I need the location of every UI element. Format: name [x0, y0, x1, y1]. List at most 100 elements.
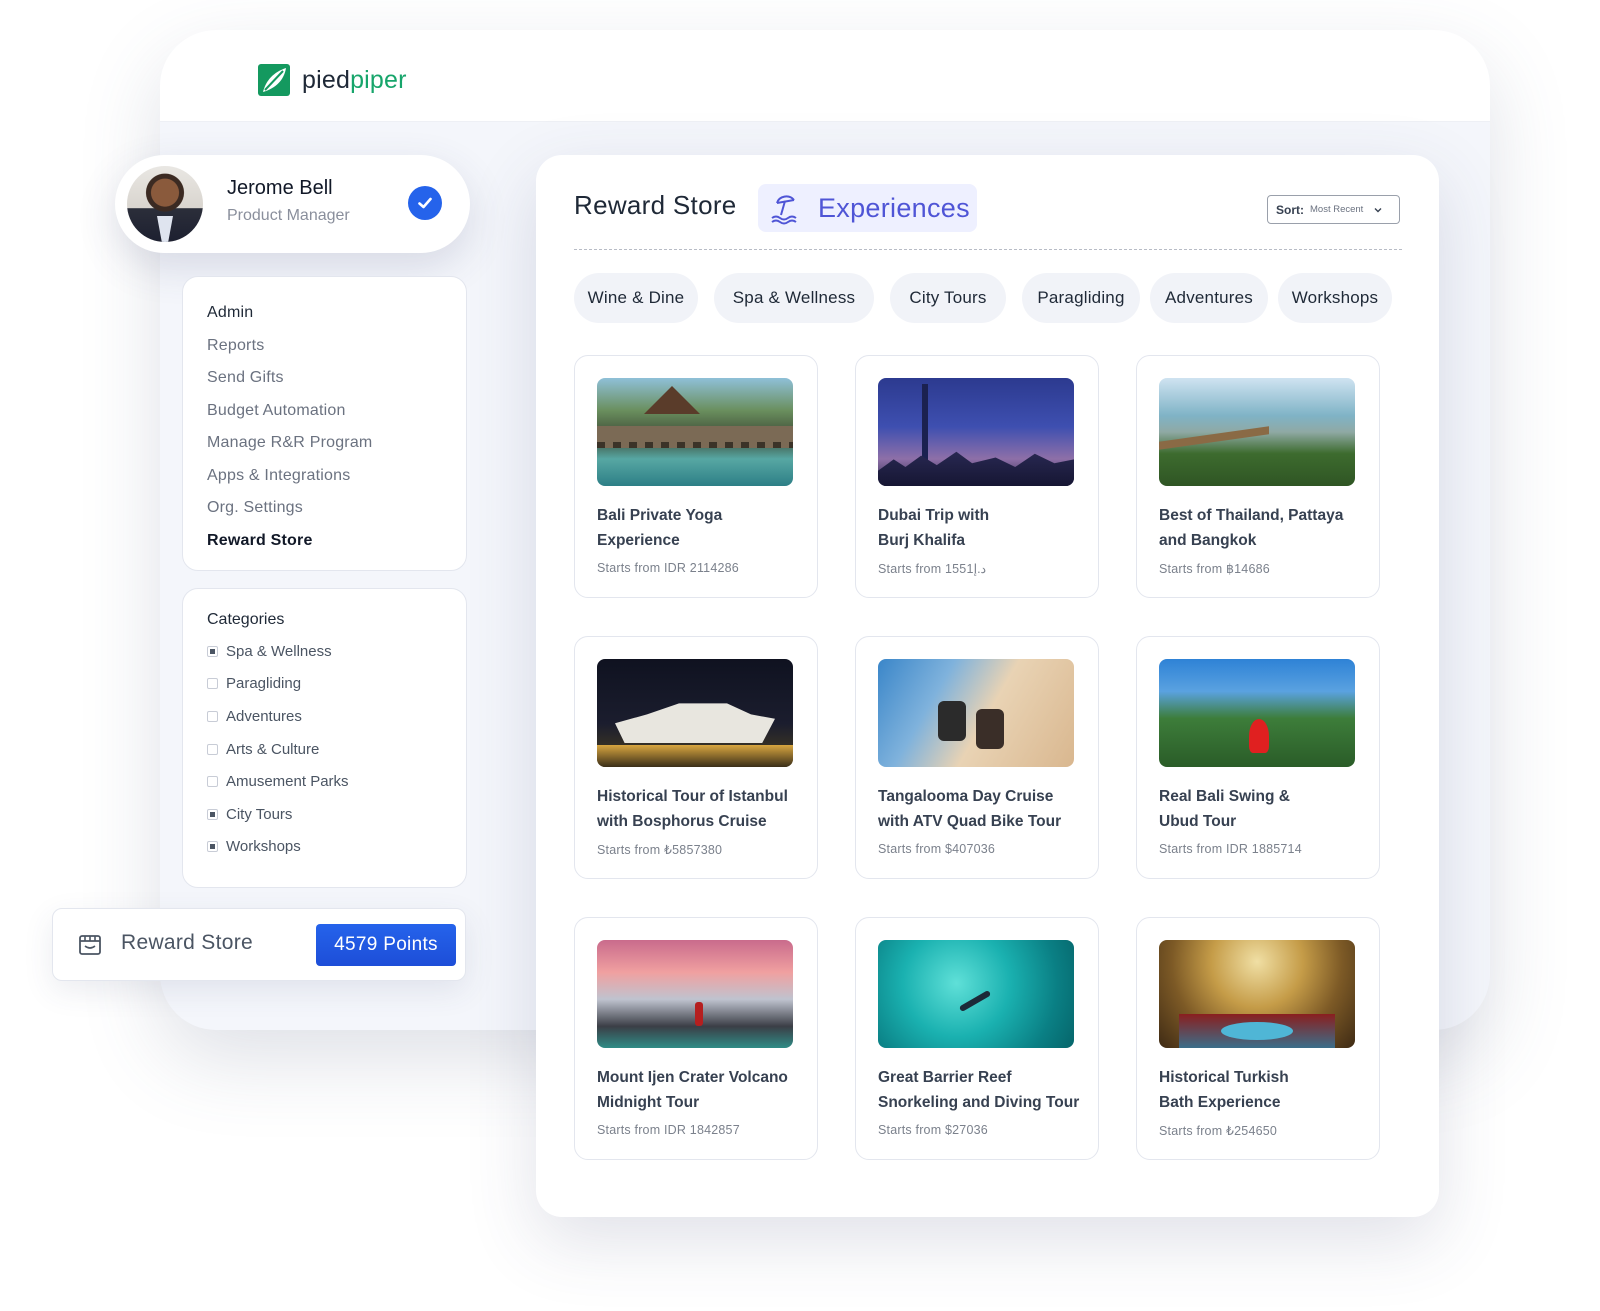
- points-balance-button[interactable]: 4579 Points: [316, 924, 456, 966]
- tab-wine-dine[interactable]: Wine & Dine: [574, 273, 698, 323]
- brand-name: piedpiper: [302, 66, 407, 95]
- nav-item-reports[interactable]: Reports: [207, 330, 442, 363]
- experience-title-line-1: Dubai Trip with: [878, 507, 990, 524]
- category-label: Arts & Culture: [226, 740, 320, 758]
- experience-card[interactable]: Best of Thailand, Pattaya and Bangkok Sta…: [1136, 355, 1380, 598]
- profile-role: Product Manager: [227, 207, 350, 224]
- nav-item-reward-store[interactable]: Reward Store: [207, 525, 442, 558]
- experience-image: [1159, 940, 1355, 1048]
- experience-title-line-2: Snorkeling and Diving Tour: [878, 1093, 1080, 1111]
- brand-name-part1: pied: [302, 65, 351, 94]
- app-header: piedpiper: [160, 30, 1490, 122]
- profile-card[interactable]: Jerome Bell Product Manager: [115, 155, 470, 253]
- experience-card[interactable]: Historical Tour of Istanbul with Bosphoru…: [574, 636, 818, 879]
- category-workshops[interactable]: Workshops: [207, 831, 442, 864]
- experience-image: [597, 659, 793, 767]
- experience-title-line-2: Ubud Tour: [1159, 812, 1237, 830]
- nav-item-apps-integrations[interactable]: Apps & Integrations: [207, 460, 442, 493]
- category-city-tours[interactable]: City Tours: [207, 798, 442, 831]
- experience-title: Best of Thailand, Pattaya and Bangkok: [1159, 504, 1363, 553]
- experience-image: [878, 940, 1074, 1048]
- checkbox[interactable]: [207, 678, 218, 690]
- experience-price: Starts from ฿14686: [1159, 562, 1270, 576]
- experience-image: [878, 659, 1074, 767]
- experience-title-line-2: Burj Khalifa: [878, 531, 965, 549]
- checkbox[interactable]: [207, 776, 218, 788]
- experience-title-line-1: Best of Thailand, Pattaya: [1159, 507, 1344, 524]
- category-arts-culture[interactable]: Arts & Culture: [207, 733, 442, 766]
- experience-price: Starts from ₺254650: [1159, 1124, 1278, 1138]
- experience-title: Historical Turkish Bath Experience: [1159, 1066, 1363, 1115]
- experience-title: Bali Private Yoga Experience: [597, 504, 801, 553]
- experience-card[interactable]: Bali Private Yoga Experience Starts from …: [574, 355, 818, 598]
- experience-title-line-2: with ATV Quad Bike Tour: [878, 812, 1062, 830]
- leaf-logo-icon: [258, 64, 290, 96]
- brand-name-part2: piper: [350, 65, 407, 94]
- nav-item-manage-rr-program[interactable]: Manage R&R Program: [207, 427, 442, 460]
- experience-title-line-1: Great Barrier Reef: [878, 1069, 1012, 1086]
- sort-value: Most Recent: [1310, 204, 1364, 215]
- store-icon: [79, 935, 101, 955]
- experience-title-line-2: and Bangkok: [1159, 531, 1257, 549]
- checkbox-checked[interactable]: [207, 645, 218, 657]
- category-label: Spa & Wellness: [226, 642, 332, 660]
- tab-workshops[interactable]: Workshops: [1278, 273, 1392, 323]
- sort-dropdown[interactable]: Sort: Most Recent: [1267, 195, 1400, 224]
- tab-spa-wellness[interactable]: Spa & Wellness: [714, 273, 874, 323]
- chevron-down-icon: [1374, 207, 1382, 212]
- experience-card[interactable]: Real Bali Swing & Ubud Tour Starts from I…: [1136, 636, 1380, 879]
- checkbox-checked[interactable]: [207, 808, 218, 820]
- experience-card[interactable]: Mount Ijen Crater Volcano Midnight Tour S…: [574, 917, 818, 1160]
- checkbox[interactable]: [207, 743, 218, 755]
- experience-title-line-1: Historical Turkish: [1159, 1069, 1289, 1086]
- experiences-label: Experiences: [818, 193, 970, 223]
- categories-title: Categories: [207, 611, 285, 628]
- experience-card[interactable]: Dubai Trip with Burj Khalifa Starts from …: [855, 355, 1099, 598]
- experience-title: Tangalooma Day Cruise with ATV Quad Bike …: [878, 785, 1082, 834]
- nav-item-send-gifts[interactable]: Send Gifts: [207, 362, 442, 395]
- experience-price: Starts from 1551د.إ: [878, 562, 987, 576]
- check-circle-icon: [408, 186, 442, 220]
- experience-card[interactable]: Tangalooma Day Cruise with ATV Quad Bike …: [855, 636, 1099, 879]
- beach-umbrella-icon: [771, 195, 797, 225]
- tab-city-tours[interactable]: City Tours: [890, 273, 1006, 323]
- checkbox-checked[interactable]: [207, 841, 218, 853]
- experience-image: [1159, 378, 1355, 486]
- tab-paragliding[interactable]: Paragliding: [1022, 273, 1140, 323]
- categories-filter: Categories Spa & Wellness Paragliding Ad…: [182, 588, 467, 888]
- experience-image: [597, 378, 793, 486]
- experiences-section-tag[interactable]: Experiences: [758, 184, 977, 232]
- category-adventures[interactable]: Adventures: [207, 700, 442, 733]
- experience-image: [597, 940, 793, 1048]
- experience-card[interactable]: Historical Turkish Bath Experience Starts…: [1136, 917, 1380, 1160]
- category-spa-wellness[interactable]: Spa & Wellness: [207, 635, 442, 668]
- checkbox[interactable]: [207, 710, 218, 722]
- category-amusement-parks[interactable]: Amusement Parks: [207, 765, 442, 798]
- nav-item-org-settings[interactable]: Org. Settings: [207, 492, 442, 525]
- experience-card[interactable]: Great Barrier Reef Snorkeling and Diving …: [855, 917, 1099, 1160]
- admin-nav: Admin Reports Send Gifts Budget Automati…: [182, 276, 467, 571]
- experience-price: Starts from $407036: [878, 842, 996, 856]
- experience-price: Starts from IDR 1885714: [1159, 842, 1302, 856]
- category-label: Amusement Parks: [226, 773, 349, 791]
- avatar: [127, 166, 203, 242]
- nav-item-admin[interactable]: Admin: [207, 297, 442, 330]
- nav-item-budget-automation[interactable]: Budget Automation: [207, 395, 442, 428]
- experience-title-line-1: Real Bali Swing &: [1159, 788, 1290, 805]
- sort-label: Sort:: [1276, 202, 1304, 217]
- experience-title: Historical Tour of Istanbul with Bosphoru…: [597, 785, 801, 834]
- category-label: City Tours: [226, 805, 293, 823]
- experience-price: Starts from $27036: [878, 1123, 988, 1137]
- experience-title-line-2: Bath Experience: [1159, 1093, 1281, 1111]
- experience-title: Great Barrier Reef Snorkeling and Diving …: [878, 1066, 1082, 1115]
- experience-price: Starts from IDR 2114286: [597, 561, 739, 575]
- reward-store-label: Reward Store: [121, 931, 253, 954]
- brand-logo[interactable]: piedpiper: [256, 62, 407, 98]
- profile-name: Jerome Bell: [227, 177, 333, 199]
- page-title: Reward Store: [574, 190, 737, 220]
- category-paragliding[interactable]: Paragliding: [207, 668, 442, 701]
- experience-title-line-2: Experience: [597, 531, 680, 549]
- experience-title: Dubai Trip with Burj Khalifa: [878, 504, 1082, 553]
- experience-title-line-1: Historical Tour of Istanbul: [597, 788, 788, 805]
- tab-adventures[interactable]: Adventures: [1150, 273, 1268, 323]
